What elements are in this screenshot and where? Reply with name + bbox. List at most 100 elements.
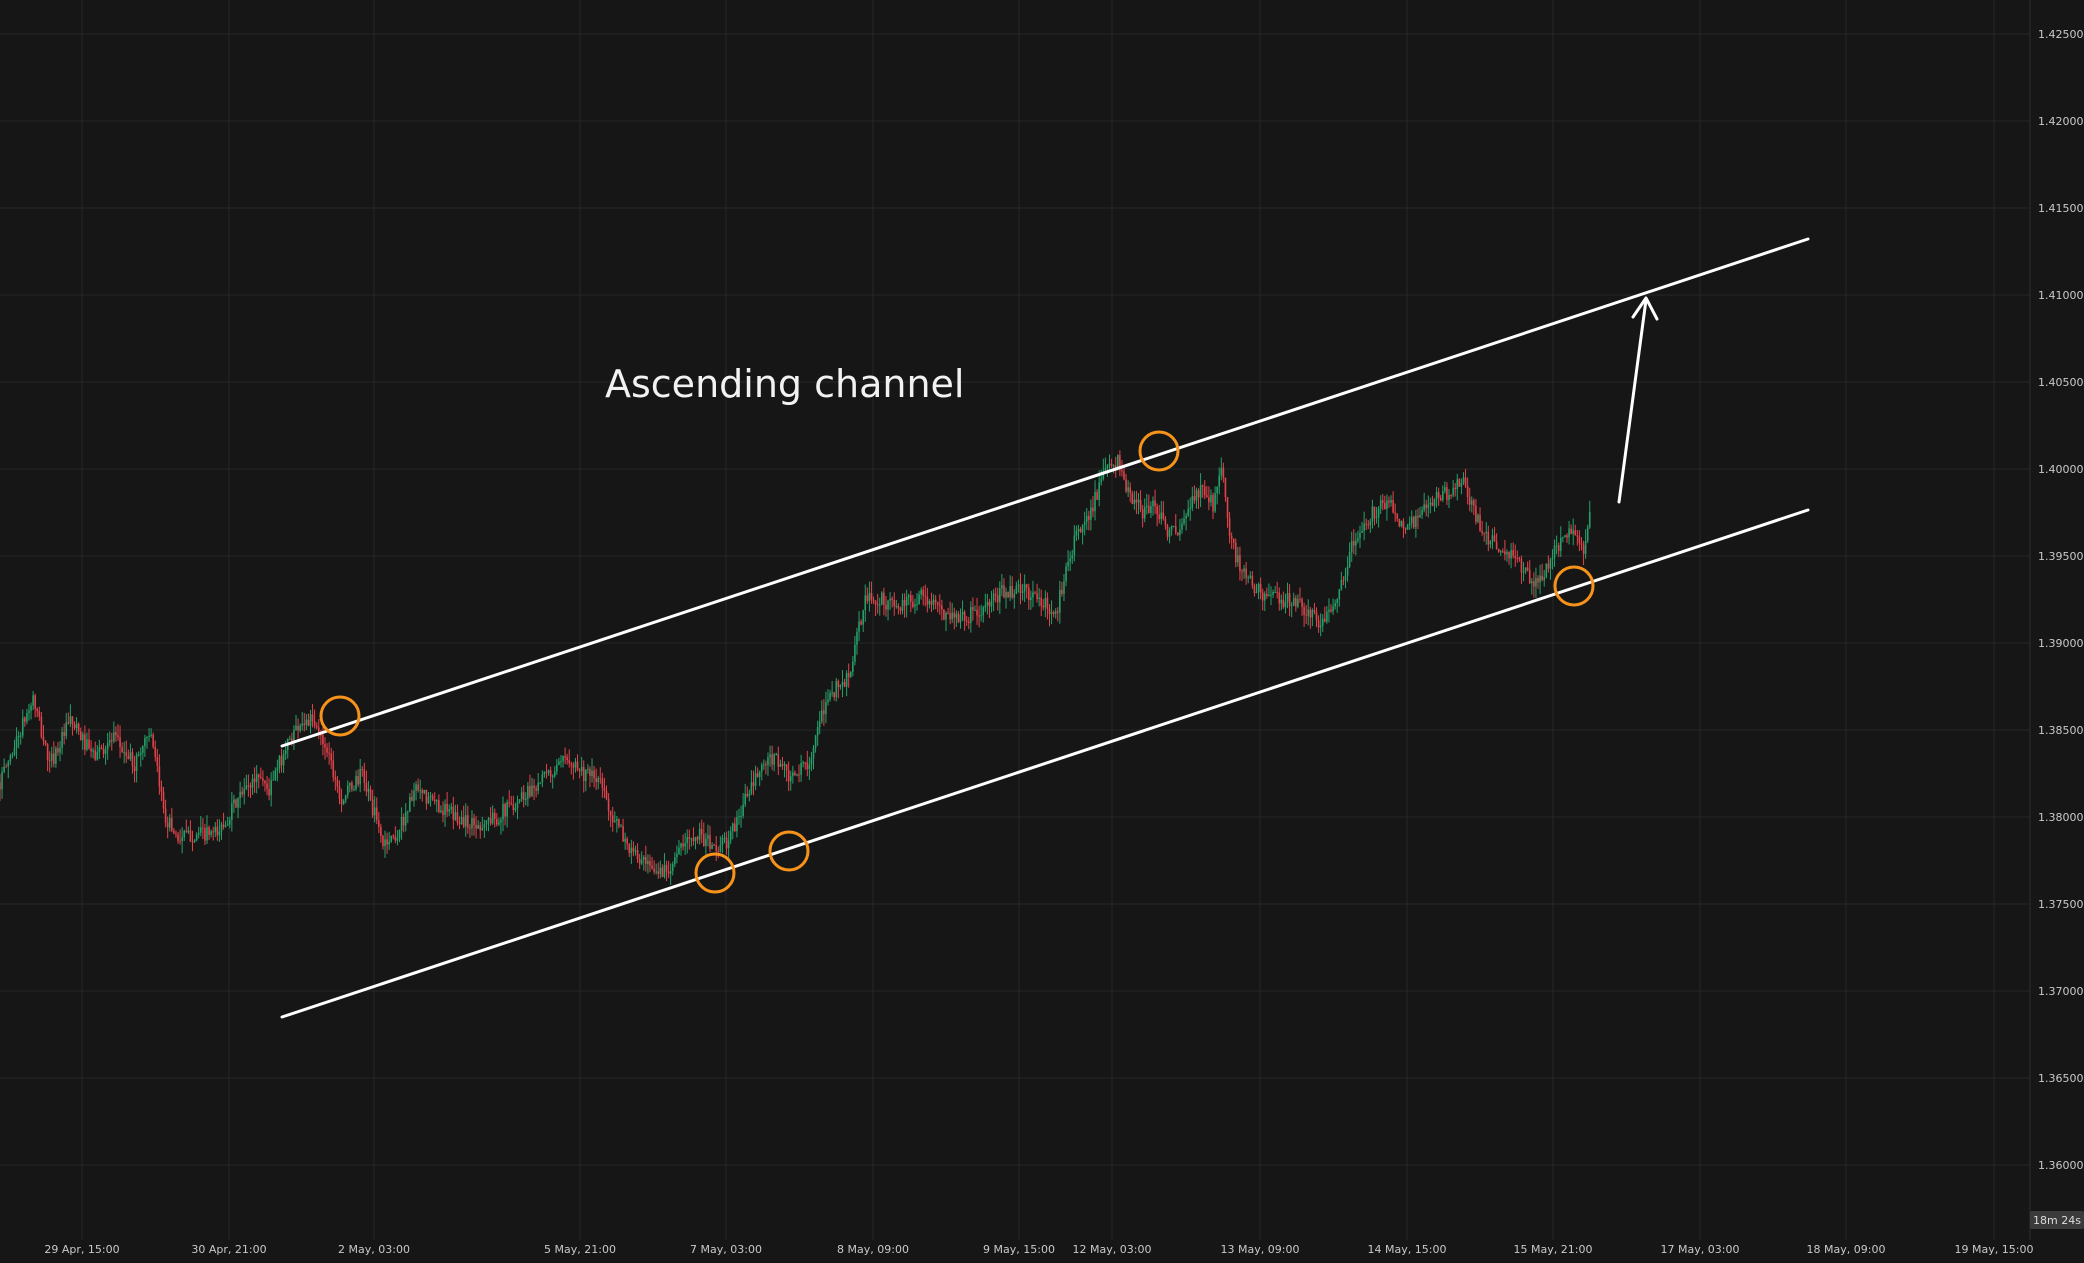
candle-body [237,798,239,808]
candle-body [916,603,918,605]
time-tick-label: 15 May, 21:00 [1514,1243,1593,1256]
candle-body [976,610,978,616]
candle-body [620,826,622,828]
candle-body [1444,487,1446,492]
candle-body [284,750,287,754]
candle-body [520,792,523,800]
candle-body [1398,518,1401,527]
candle-body [709,835,711,849]
candle-body [1526,567,1529,571]
candle-body [1148,505,1150,513]
candle-body [800,763,802,775]
candle [152,732,154,749]
candle-body [1282,599,1285,608]
candle-body [1429,502,1432,505]
candle-body [1143,507,1146,519]
candle-body [326,747,328,753]
candle-body [195,834,198,841]
candle-body [1019,584,1022,593]
candle-body [402,817,405,826]
candle-body [123,752,125,754]
candle-body [388,841,390,845]
candle-body [1572,530,1574,534]
candle-body [698,828,701,840]
candle-body [73,724,76,729]
candle-body [750,782,753,794]
candle-body [487,818,490,821]
candle-body [1299,599,1301,601]
candle-body [0,782,1,790]
candle-body [1317,620,1320,628]
candle-body [901,600,904,611]
candle-body [852,661,854,672]
candle-body [1228,517,1231,536]
candle-body [1141,509,1144,519]
candle-body [1588,511,1591,528]
candle-body [1290,605,1293,607]
candle-body [1497,548,1500,552]
candle-body [572,764,575,768]
candle-body [460,816,463,825]
candle-body [1003,585,1005,598]
candle-body [999,588,1001,603]
candle-body [1100,478,1103,483]
candle-body [887,600,889,610]
candle-body [1272,591,1274,595]
candle-body [1479,514,1481,531]
candle-body [1309,609,1312,618]
candle-body [754,773,757,786]
candle-body [185,831,188,833]
price-tick-label: 1.39000 [2038,637,2084,650]
candle-body [1375,517,1378,519]
candle-body [611,815,614,823]
candle-body [75,723,78,729]
candle-body [1214,493,1216,512]
candle-body [15,736,18,748]
candle-body [1493,535,1496,542]
candle-body [121,747,123,753]
candle-body [889,598,891,601]
candle-body [289,738,291,740]
candle-body [1508,551,1510,559]
candle-body [881,592,883,605]
candle-body [69,716,72,724]
candle-body [1152,500,1154,507]
candle-body [63,732,65,736]
candle-body [334,777,337,780]
candle-body [798,774,800,776]
candle-body [719,844,722,852]
candle-body [1073,535,1076,556]
candle-body [92,750,94,752]
candle-body [315,725,318,728]
candle-body [667,871,670,874]
candle-body [1311,610,1314,618]
candle-body [934,599,937,602]
price-tick-label: 1.40500 [2038,376,2084,389]
candle-body [907,595,910,598]
candle-body [1257,583,1260,592]
candle-body [1533,581,1535,587]
candle-body [1564,535,1566,537]
candle-body [11,754,14,756]
candle-body [1065,566,1067,582]
candle-body [1025,584,1028,588]
candle-body [1352,541,1355,546]
candle-body [599,778,602,780]
candle-body [1346,566,1349,576]
candle-body [119,737,121,748]
candle-body [914,604,916,607]
candle-body [802,762,804,764]
candle-body [984,605,987,608]
candle-body [301,723,304,726]
candle-body [1321,618,1324,626]
candle-body [1475,505,1477,522]
candle-body [115,732,117,736]
candle-body [1061,589,1063,594]
candle-body [340,798,343,804]
time-axis[interactable]: 29 Apr, 15:00 30 Apr, 21:00 2 May, 03:00 5 … [44,1243,2033,1256]
candle-body [413,790,415,801]
candle-body [539,782,542,784]
annotation-label[interactable]: Ascending channel [605,362,964,406]
candle-body [127,755,130,759]
candle-body [1448,495,1450,500]
